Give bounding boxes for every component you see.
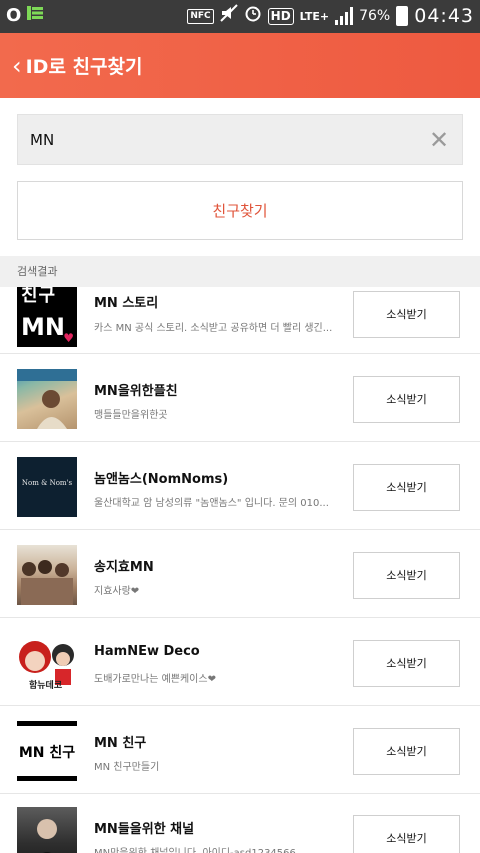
channel-name: MN을위한플친 — [94, 384, 178, 399]
logo-text: MN 친구 — [18, 745, 76, 761]
find-friend-button[interactable]: 친구찾기 — [17, 181, 463, 240]
channel-desc: 맹들들만을위한곳 — [94, 410, 168, 421]
list-item[interactable]: 친구 MN ♥ MN 스토리 카스 MN 공식 스토리. 소식받고 공유하면 더… — [0, 287, 480, 354]
hd-voice-icon: HD — [267, 7, 294, 25]
list-item[interactable]: 함뉴데코 HamNEw Deco 도배가로만나는 예쁜케이스❤ 소식받기 — [0, 618, 480, 706]
section-header: 검색결과 — [0, 256, 480, 287]
channel-desc: 지효사랑❤ — [94, 586, 140, 597]
alarm-icon — [244, 4, 262, 28]
list-item[interactable]: MN을위한플친 맹들들만을위한곳 소식받기 — [0, 354, 480, 442]
o-logo-icon: O — [6, 5, 22, 26]
avatar: Nom & Nom's — [17, 457, 77, 517]
channel-name: MN 친구 — [94, 736, 147, 751]
battery-icon — [396, 6, 409, 26]
subscribe-button[interactable]: 소식받기 — [353, 640, 460, 687]
search-input[interactable] — [30, 127, 410, 153]
avatar: MN 친구 — [17, 721, 77, 781]
logo-text: Nom & Nom's — [21, 479, 73, 487]
subscribe-button[interactable]: 소식받기 — [353, 552, 460, 599]
list-item[interactable]: 송지효MN 지효사랑❤ 소식받기 — [0, 530, 480, 618]
subscribe-button[interactable]: 소식받기 — [353, 728, 460, 775]
channel-desc: MN만을위한 채널입니다. 아이디-asd1234566 — [94, 844, 344, 853]
list-item[interactable]: MN 친구 MN 친구 MN 친구만들기 소식받기 — [0, 706, 480, 794]
subscribe-button[interactable]: 소식받기 — [353, 376, 460, 423]
clock: 04:43 — [414, 5, 474, 27]
battery-percent: 76% — [359, 8, 391, 24]
list-item[interactable]: Nom & Nom's 놈앤놈스(NomNoms) 울산대학교 암 남성의류 "… — [0, 442, 480, 530]
channel-name: MN들을위한 채널 — [94, 822, 195, 837]
heart-icon: ♥ — [63, 331, 74, 345]
avatar: 함뉴데코 — [17, 633, 77, 693]
chevron-left-icon[interactable]: ‹ — [12, 52, 22, 80]
nfc-icon: NFC — [187, 8, 214, 24]
channel-name: 송지효MN — [94, 560, 154, 575]
avatar — [17, 807, 77, 853]
results-list[interactable]: 친구 MN ♥ MN 스토리 카스 MN 공식 스토리. 소식받고 공유하면 더… — [0, 287, 480, 853]
channel-desc: MN 친구만들기 — [94, 762, 160, 773]
avatar — [17, 545, 77, 605]
channel-desc: 울산대학교 암 남성의류 "놈앤놈스" 입니다. 문의 010... — [94, 498, 329, 509]
storage-icon — [27, 6, 44, 26]
header-back[interactable]: ‹ ID로 친구찾기 — [0, 33, 480, 98]
mute-icon — [219, 4, 238, 28]
subscribe-button[interactable]: 소식받기 — [353, 815, 460, 853]
channel-name: MN 스토리 — [94, 296, 159, 311]
lte-indicator: LTE+ — [299, 9, 330, 23]
channel-name: HamNEw Deco — [94, 644, 200, 659]
search-box[interactable]: ✕ — [17, 114, 463, 165]
subscribe-button[interactable]: 소식받기 — [353, 464, 460, 511]
status-bar: O NFC HD LTE+ 76% 04:43 — [0, 0, 480, 33]
close-icon[interactable]: ✕ — [426, 127, 452, 153]
subscribe-button[interactable]: 소식받기 — [353, 291, 460, 338]
channel-name: 놈앤놈스(NomNoms) — [94, 472, 229, 487]
avatar: 친구 MN ♥ — [17, 287, 77, 347]
channel-desc: 카스 MN 공식 스토리. 소식받고 공유하면 더 빨리 생긴... — [94, 323, 333, 334]
logo-text: 함뉴데코 — [29, 681, 63, 691]
avatar — [17, 369, 77, 429]
list-item[interactable]: MN들을위한 채널 MN만을위한 채널입니다. 아이디-asd1234566 소… — [0, 794, 480, 853]
signal-icon — [335, 7, 354, 25]
page-title: ID로 친구찾기 — [25, 56, 143, 78]
channel-desc: 도배가로만나는 예쁜케이스❤ — [94, 674, 216, 685]
